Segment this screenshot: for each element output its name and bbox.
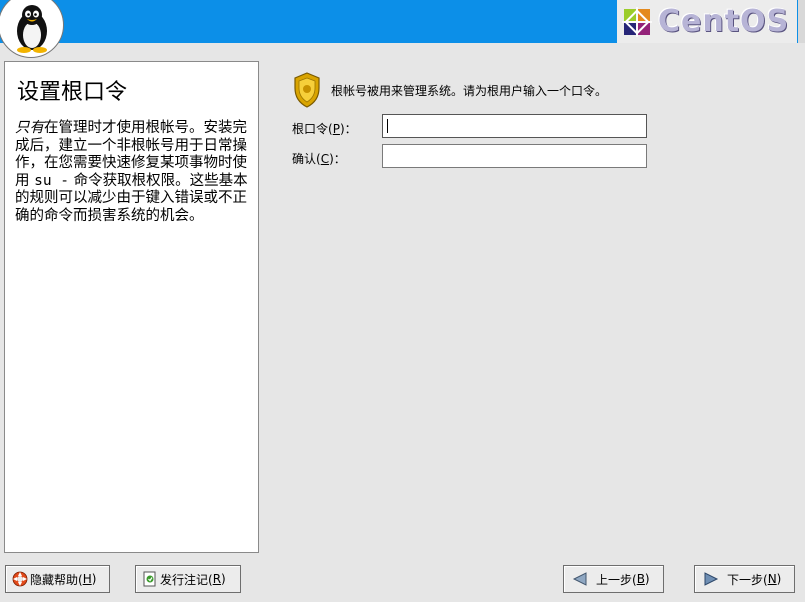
arrow-left-icon	[572, 571, 588, 587]
header-edge	[798, 0, 805, 43]
centos-brand-text: CentOS	[658, 4, 790, 39]
help-title: 设置根口令	[17, 80, 128, 105]
header-banner: CentOS	[0, 0, 805, 58]
text-cursor	[387, 119, 388, 133]
confirm-password-label: 确认(C)：	[292, 152, 346, 166]
root-intro-text: 根帐号被用来管理系统。请为根用户输入一个口令。	[331, 84, 608, 98]
arrow-right-icon	[703, 571, 719, 587]
centos-pinwheel-icon	[622, 6, 652, 37]
back-button[interactable]: 上一步(B)	[563, 565, 664, 593]
document-icon	[142, 571, 158, 587]
help-panel: 设置根口令 只有在管理时才使用根帐号。安装完成后，建立一个非根帐号用于日常操作，…	[4, 61, 259, 553]
confirm-password-input[interactable]	[382, 144, 647, 168]
police-badge-icon	[292, 72, 322, 108]
centos-logo: CentOS	[617, 0, 797, 43]
release-notes-button[interactable]: 发行注记(R)	[135, 565, 241, 593]
lifebuoy-icon	[12, 571, 28, 587]
tux-penguin-icon	[0, 0, 64, 58]
help-command: su -	[34, 172, 70, 189]
help-emphasis: 只有	[15, 120, 44, 136]
hide-help-button[interactable]: 隐藏帮助(H)	[5, 565, 110, 593]
root-password-input[interactable]	[382, 114, 647, 138]
root-password-label: 根口令(P)：	[292, 122, 357, 136]
help-body: 只有在管理时才使用根帐号。安装完成后，建立一个非根帐号用于日常操作，在您需要快速…	[15, 120, 248, 225]
next-button[interactable]: 下一步(N)	[694, 565, 795, 593]
